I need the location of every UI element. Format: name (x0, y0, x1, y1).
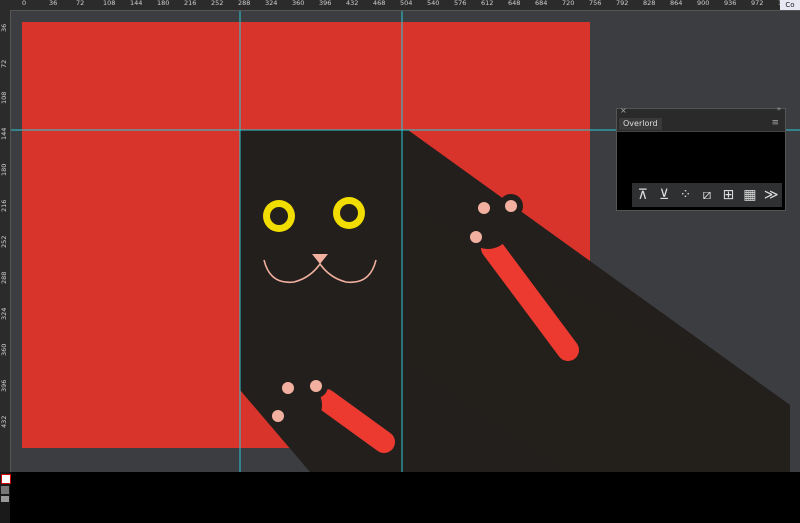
close-icon[interactable]: × (620, 106, 627, 115)
ruler-tick-label: 612 (481, 0, 494, 7)
ruler-tick-label: 288 (238, 0, 251, 7)
status-bar (0, 472, 800, 523)
tool-corner (0, 472, 11, 523)
collapse-icon[interactable]: » (777, 105, 781, 113)
ruler-tick-label: 900 (697, 0, 710, 7)
ruler-tick-label: 360 (292, 0, 305, 7)
ruler-tick-label: 72 (76, 0, 85, 7)
ruler-tick-label: 396 (319, 0, 332, 7)
ruler-tick-label: 360 (0, 343, 8, 356)
ruler-tick-label: 72 (0, 59, 8, 68)
ruler-tick-label: 216 (0, 199, 8, 212)
ruler-tick-label: 180 (0, 163, 8, 176)
ruler-tick-label: 180 (157, 0, 170, 7)
ruler-tick-label: 288 (0, 271, 8, 284)
ruler-tick-label: 432 (346, 0, 359, 7)
ruler-tick-label: 324 (265, 0, 278, 7)
ruler-tick-label: 144 (0, 127, 8, 140)
ruler-tick-label: 684 (535, 0, 548, 7)
ruler-tick-label: 540 (427, 0, 440, 7)
pixelate-icon[interactable]: ▦ (741, 186, 759, 204)
top-ruler[interactable]: 0 36 72 108 144 180 216 252 288 324 360 396 432 468 50… (0, 0, 800, 11)
ruler-tick-label: 972 (751, 0, 764, 7)
add-frame-icon[interactable]: ⊞ (719, 186, 737, 204)
ruler-tick-label: 36 (0, 23, 8, 32)
ruler-tick-label: 576 (454, 0, 467, 7)
mode-icon[interactable] (1, 496, 9, 502)
grid-select-icon[interactable]: ⁘ (677, 186, 695, 204)
ruler-tick-label: 36 (49, 0, 58, 7)
ruler-tick-label: 720 (562, 0, 575, 7)
ruler-tick-label: 108 (103, 0, 116, 7)
ruler-tick-label: 324 (0, 307, 8, 320)
ruler-tick-label: 504 (400, 0, 413, 7)
ruler-tick-label: 432 (0, 415, 8, 428)
ruler-tick-label: 396 (0, 379, 8, 392)
ruler-tick-label: 108 (0, 91, 8, 104)
ruler-tick-label: 864 (670, 0, 683, 7)
resize-icon[interactable]: ⧄ (698, 186, 716, 204)
ruler-tick-label: 0 (22, 0, 27, 7)
chevrons-icon[interactable]: ≫ (762, 186, 780, 204)
ruler-tick-label: 468 (373, 0, 386, 7)
ruler-tick-label: 792 (616, 0, 629, 7)
ruler-corner (0, 0, 10, 10)
overlord-toolbar: ⊼ ⊻ ⁘ ⧄ ⊞ ▦ ≫ (632, 183, 782, 207)
ruler-tick-label: 144 (130, 0, 143, 7)
align-bottom-icon[interactable]: ⊻ (655, 186, 673, 204)
ruler-tick-label: 648 (508, 0, 521, 7)
ruler-tick-label: 936 (724, 0, 737, 7)
artwork (10, 10, 800, 472)
ruler-tick-label: 216 (184, 0, 197, 7)
ruler-tick-label: 828 (643, 0, 656, 7)
fill-swatch-icon[interactable] (1, 474, 11, 484)
stroke-swatch-icon[interactable] (1, 486, 9, 494)
top-right-button[interactable]: Co (780, 0, 800, 10)
hamburger-icon[interactable]: ≡ (771, 118, 779, 128)
canvas-area[interactable] (10, 10, 800, 472)
ruler-tick-label: 252 (0, 235, 8, 248)
ruler-tick-label: 252 (211, 0, 224, 7)
tab-overlord[interactable]: Overlord (619, 118, 662, 130)
left-ruler[interactable]: 36 72 108 144 180 216 252 288 324 360 396 432 (0, 10, 11, 472)
ruler-tick-label: 756 (589, 0, 602, 7)
align-top-icon[interactable]: ⊼ (634, 186, 652, 204)
